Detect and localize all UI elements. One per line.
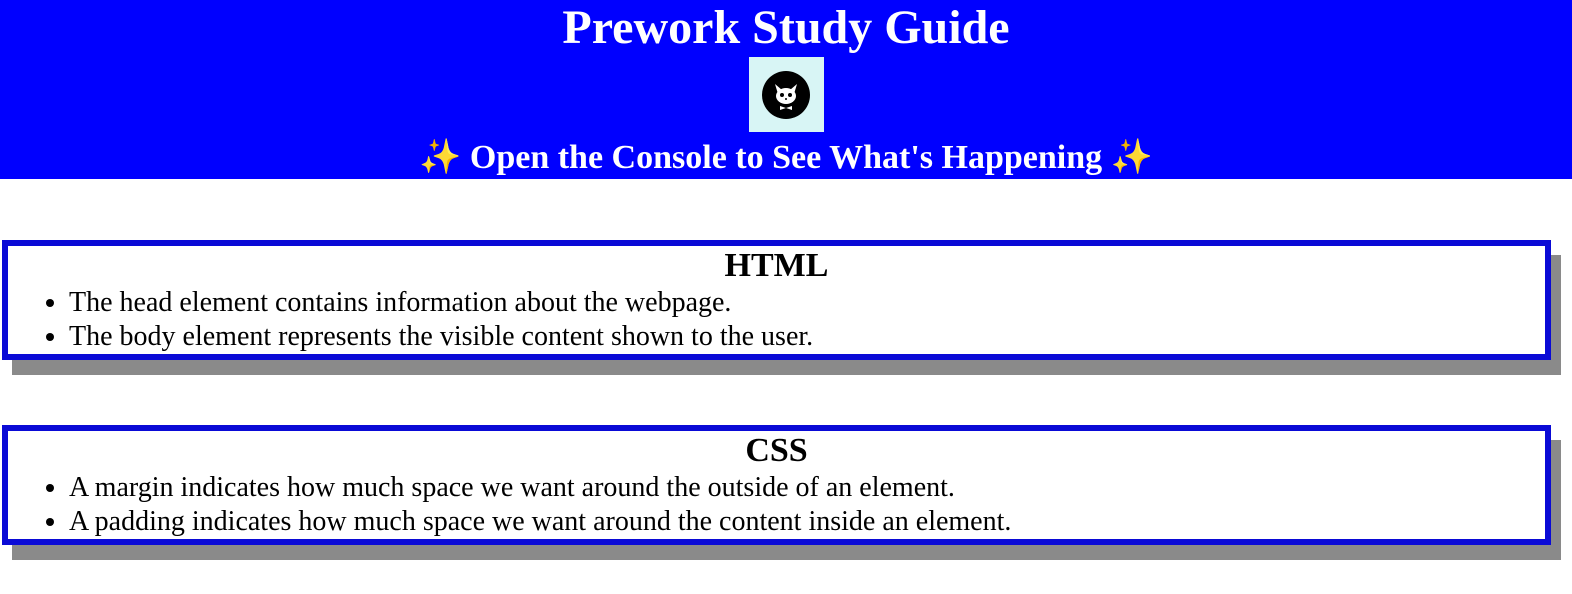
subtitle-text: Open the Console to See What's Happening	[469, 139, 1103, 176]
section-list: The head element contains information ab…	[8, 286, 1545, 354]
avatar	[748, 57, 824, 132]
section-list: A margin indicates how much space we wan…	[8, 471, 1545, 539]
page-header: Prework Study Guide ✨ Open the Console t…	[0, 0, 1572, 179]
html-section: HTML The head element contains informati…	[2, 240, 1551, 360]
sparkle-icon: ✨	[1110, 137, 1153, 177]
sparkle-icon: ✨	[419, 137, 462, 177]
list-item: The body element represents the visible …	[69, 320, 1545, 354]
cat-avatar-icon	[762, 70, 810, 119]
page-subtitle: ✨ Open the Console to See What's Happeni…	[0, 136, 1572, 179]
list-item: The head element contains information ab…	[69, 286, 1545, 320]
section-title: CSS	[745, 432, 808, 469]
list-item: A padding indicates how much space we wa…	[69, 505, 1545, 539]
list-item: A margin indicates how much space we wan…	[69, 471, 1545, 505]
page-title: Prework Study Guide	[562, 1, 1010, 54]
section-title: HTML	[724, 247, 829, 284]
css-section: CSS A margin indicates how much space we…	[2, 425, 1551, 545]
